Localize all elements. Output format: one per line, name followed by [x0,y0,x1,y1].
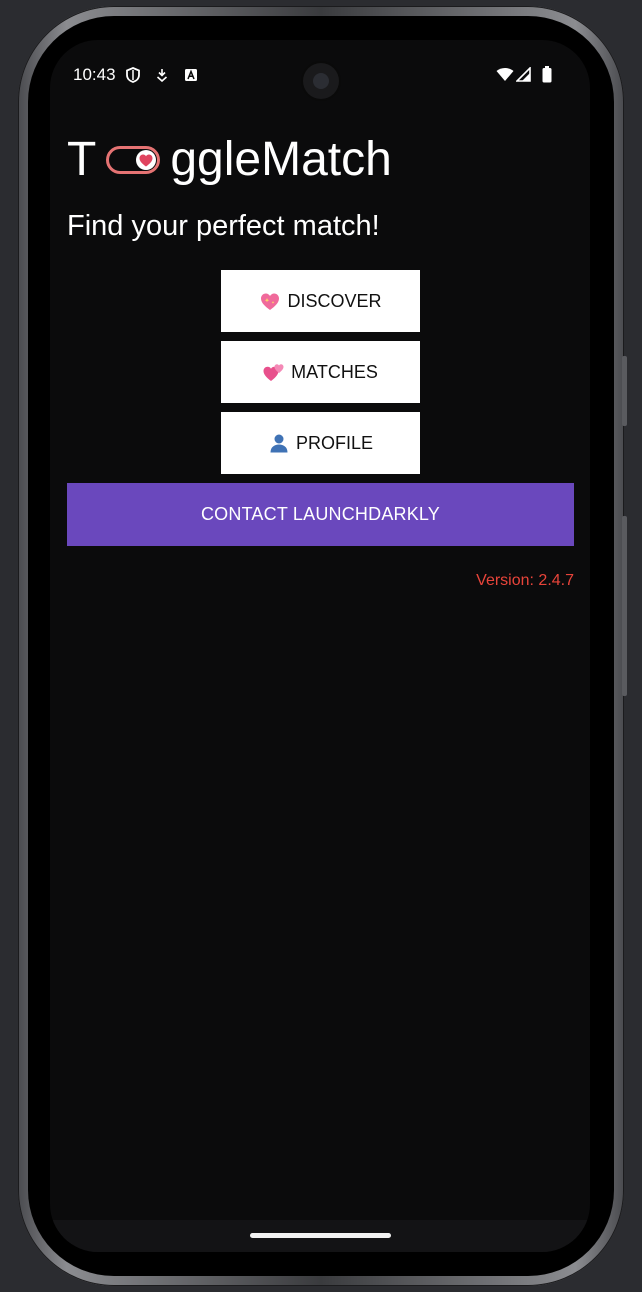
discover-button-label: DISCOVER [287,290,382,311]
matches-button-label: MATCHES [291,361,378,382]
profile-button-label: PROFILE [295,432,374,453]
battery-icon [542,66,552,87]
keyboard-a-icon [184,68,198,86]
app-screen: 10:43 T ggleMatch Find your perfect matc… [50,40,590,1252]
app-title-suffix: ggleMatch [170,133,392,186]
heart-icon [136,150,157,170]
wifi-icon [496,67,514,86]
version-label: Version: 2.4.7 [476,572,574,589]
person-icon [268,432,290,454]
home-indicator[interactable] [250,1233,391,1238]
app-title-prefix: T [67,133,97,186]
toggle-heart-icon [106,146,161,174]
sparkling-heart-icon [259,290,281,312]
profile-button[interactable]: PROFILE [221,412,420,474]
contact-launchdarkly-button[interactable]: CONTACT LAUNCHDARKLY [67,483,574,546]
signal-icon [515,66,531,86]
app-title: T ggleMatch [67,132,392,188]
front-camera [303,63,339,99]
matches-button[interactable]: MATCHES [221,341,420,403]
app-subtitle: Find your perfect match! [67,210,380,242]
shield-icon [126,67,140,87]
status-time: 10:43 [73,65,116,84]
two-hearts-icon [263,361,285,383]
download-icon [156,68,168,86]
status-bar: 10:43 [50,40,590,110]
discover-button[interactable]: DISCOVER [221,270,420,332]
power-button [622,356,627,426]
volume-button [622,516,627,696]
